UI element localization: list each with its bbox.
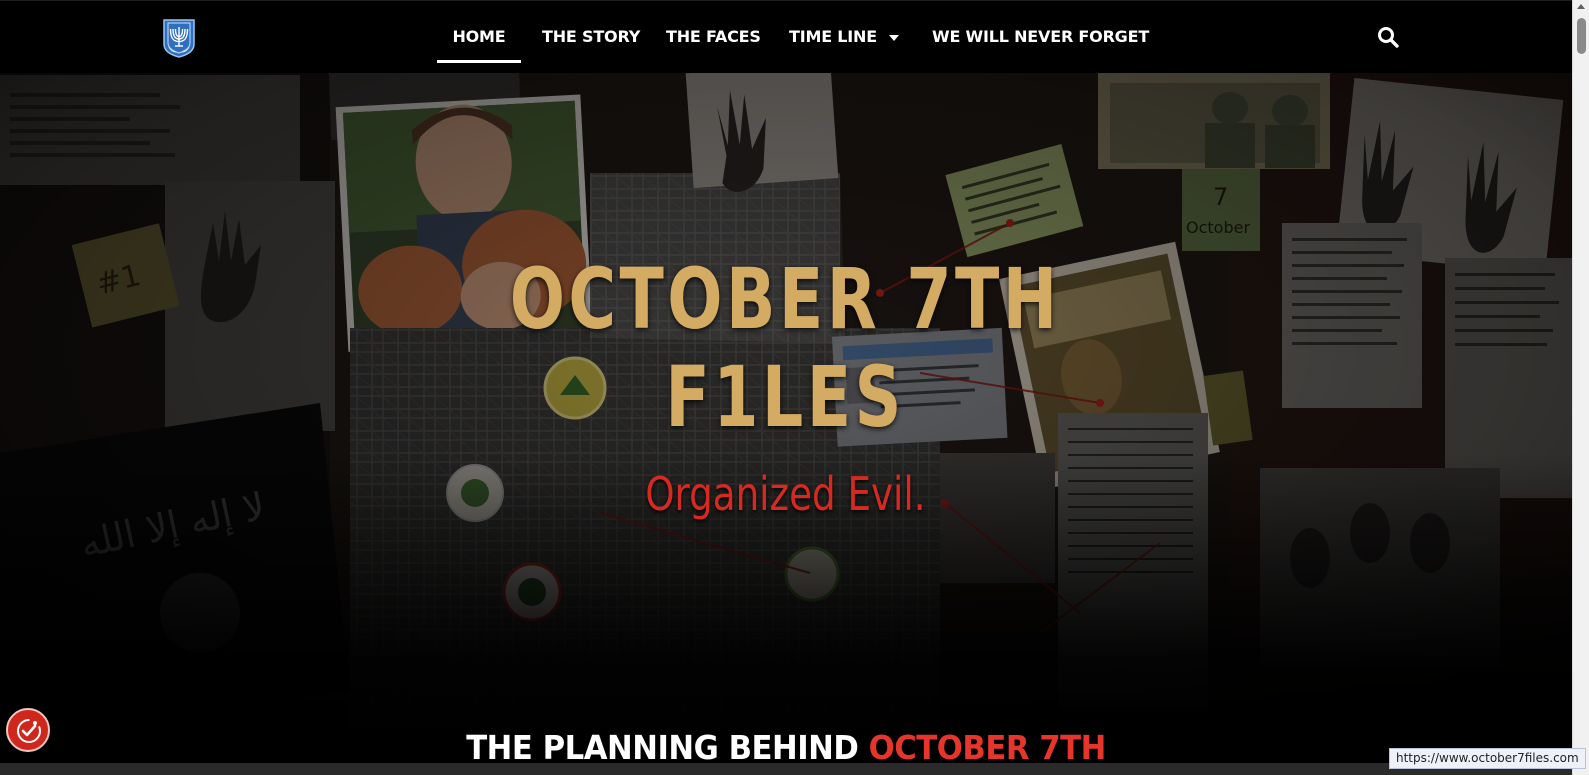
scrollbar[interactable] xyxy=(1572,0,1589,775)
nav-we-will-never-forget[interactable]: WE WILL NEVER FORGET xyxy=(932,27,1149,46)
nav-the-story[interactable]: THE STORY xyxy=(542,27,640,46)
hero-title: OCTOBER 7TH F1LES xyxy=(109,250,1461,446)
hero-banner: #1 لا إله إلا الله xyxy=(0,73,1572,763)
scroll-up-arrow-icon[interactable] xyxy=(1577,4,1585,9)
scrollbar-thumb[interactable] xyxy=(1577,18,1586,54)
hero-tagline: Organized Evil. xyxy=(645,467,926,521)
accessibility-button[interactable] xyxy=(6,708,50,752)
status-bar-url: https://www.october7files.com xyxy=(1389,748,1586,769)
accessibility-icon xyxy=(17,719,41,743)
top-navigation: HOME THE STORY THE FACES TIME LINE WE WI… xyxy=(0,0,1572,73)
nav-home[interactable]: HOME xyxy=(437,27,521,63)
section-heading-white: THE PLANNING BEHIND xyxy=(466,728,869,767)
nav-time-line[interactable]: TIME LINE xyxy=(789,27,899,46)
search-icon[interactable] xyxy=(1377,26,1399,48)
chevron-down-icon[interactable] xyxy=(888,34,899,41)
section-heading: THE PLANNING BEHIND OCTOBER 7TH xyxy=(55,728,1517,768)
hero-title-line2: F1LES xyxy=(665,348,905,446)
section-heading-accent: OCTOBER 7TH xyxy=(868,728,1107,767)
nav-the-faces[interactable]: THE FACES xyxy=(666,27,761,46)
nav-time-line-label: TIME LINE xyxy=(789,27,877,46)
hero-title-line1: OCTOBER 7TH xyxy=(509,250,1061,348)
menorah-emblem-icon[interactable] xyxy=(162,18,196,58)
